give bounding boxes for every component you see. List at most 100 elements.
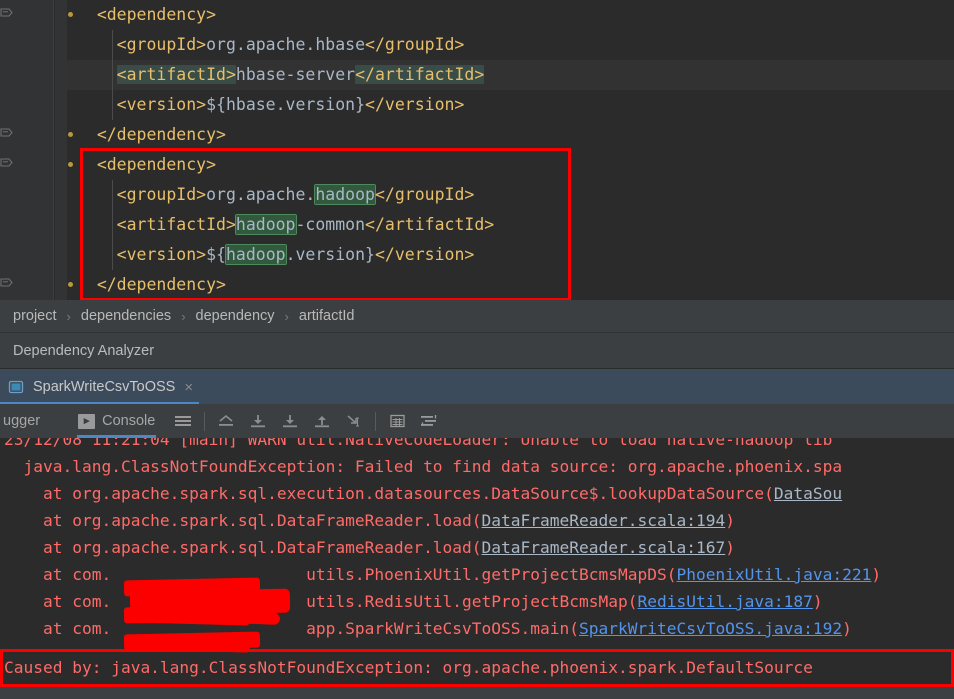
toolbar-divider-2 (375, 411, 377, 431)
code-token: </dependency> (96, 275, 226, 294)
bookmark-tag-icon[interactable] (0, 8, 13, 23)
code-token: ${ (206, 245, 226, 264)
console-line-tail: ) (725, 511, 735, 530)
run-arrow-icon: ▸ (78, 413, 96, 429)
run-to-cursor-icon[interactable] (343, 410, 365, 432)
step-out-icon[interactable] (215, 410, 237, 432)
breadcrumb-item-dependency[interactable]: dependency (194, 308, 277, 324)
code-token: ${hbase.version} (206, 95, 366, 114)
code-line[interactable]: <dependency> (67, 150, 954, 180)
console-line-tail: ) (871, 565, 882, 584)
console-toolbar[interactable]: ugger ▸ Console (0, 404, 954, 438)
bookmark-tag-icon[interactable] (0, 128, 13, 143)
code-editor[interactable]: <dependency> <groupId>org.apache.hbase</… (0, 0, 954, 300)
console-line-text: at org.apache.spark.sql.DataFrameReader.… (4, 511, 482, 530)
code-token: <version> (116, 245, 207, 264)
code-folding-strip[interactable] (55, 0, 67, 300)
dependency-analyzer-bar[interactable]: Dependency Analyzer (0, 332, 954, 368)
console-stacktrace-link[interactable]: DataFrameReader.scala:194 (482, 511, 726, 530)
code-line[interactable]: <version>${hadoop.version}</version> (67, 240, 954, 270)
tab-console[interactable]: ▸ Console (71, 404, 162, 438)
breadcrumb-item-artifactid[interactable]: artifactId (297, 308, 357, 324)
console-stacktrace-link[interactable]: DataFrameReader.scala:167 (482, 538, 726, 557)
code-line[interactable]: <artifactId>hbase-server</artifactId> (67, 60, 954, 90)
code-line[interactable]: <dependency> (67, 0, 954, 30)
tab-debugger[interactable]: ugger (0, 404, 47, 438)
code-token: <dependency> (96, 5, 217, 24)
code-line[interactable]: </dependency> (67, 120, 954, 150)
console-line: java.lang.ClassNotFoundException: Failed… (0, 453, 954, 480)
code-line-text: <artifactId>hbase-server</artifactId> (67, 65, 485, 84)
hamburger-lines-icon[interactable] (172, 410, 194, 432)
run-tool-window-tabbar[interactable]: SparkWriteCsvToOSS × (0, 368, 954, 405)
console-horizontal-scrollbar[interactable] (0, 687, 954, 699)
console-stacktrace-link[interactable]: RedisUtil.java:187 (637, 592, 812, 611)
soft-wrap-icon[interactable] (418, 410, 440, 432)
step-into-icon[interactable] (279, 410, 301, 432)
console-line-tail: ) (842, 619, 852, 638)
code-marker-dot[interactable] (68, 132, 73, 137)
bookmark-tag-icon[interactable] (0, 278, 13, 293)
code-token: </version> (374, 245, 475, 264)
tab-debugger-label: ugger (3, 413, 41, 429)
code-line[interactable]: <groupId>org.apache.hadoop</groupId> (67, 180, 954, 210)
code-token-highlighted: </artifactId> (355, 65, 485, 84)
console-line-text: at com. app.SparkWriteCsvToOSS.main( (4, 619, 579, 638)
tab-console-label: Console (102, 413, 156, 429)
breadcrumb-item-dependencies[interactable]: dependencies (79, 308, 173, 324)
code-line[interactable]: </dependency> (67, 270, 954, 300)
console-line: 23/12/08 11:21:04 [main] WARN util.Nativ… (0, 438, 954, 453)
code-line-text: </dependency> (67, 125, 226, 144)
dependency-analyzer-title: Dependency Analyzer (13, 342, 155, 359)
redaction-scribble (131, 638, 251, 653)
code-line[interactable]: <artifactId>hadoop-common</artifactId> (67, 210, 954, 240)
tab-spark-write-csv-to-oss[interactable]: SparkWriteCsvToOSS × (0, 369, 200, 405)
console-stacktrace-link[interactable]: PhoenixUtil.java:221 (676, 565, 871, 584)
console-line: at org.apache.spark.sql.DataFrameReader.… (0, 507, 954, 534)
code-token: </artifactId> (365, 215, 495, 234)
step-over-icon[interactable] (247, 410, 269, 432)
code-token: hbase-server (235, 65, 356, 84)
force-step-into-icon[interactable] (311, 410, 333, 432)
code-token-highlighted: hadoop (225, 245, 286, 264)
run-configuration-icon (8, 379, 24, 395)
code-token: <groupId> (116, 35, 207, 54)
console-line-tail: ) (812, 592, 823, 611)
bookmark-tag-icon[interactable] (0, 158, 13, 173)
code-token: <groupId> (116, 185, 207, 204)
code-line-text: <groupId>org.apache.hadoop</groupId> (67, 185, 474, 204)
code-line-text: <version>${hbase.version}</version> (67, 95, 465, 114)
close-icon[interactable]: × (184, 380, 193, 395)
code-token: org.apache.hbase (206, 35, 366, 54)
code-token: </dependency> (96, 125, 226, 144)
console-line-text: at com. utils.PhoenixUtil.getProjectBcms… (4, 565, 677, 584)
code-text-area[interactable]: <dependency> <groupId>org.apache.hbase</… (67, 0, 954, 300)
code-marker-dot[interactable] (68, 162, 73, 167)
code-token: </version> (365, 95, 465, 114)
code-token-highlighted: hadoop (315, 185, 375, 204)
code-line-text: <artifactId>hadoop-common</artifactId> (67, 215, 494, 234)
console-line-text: at com. utils.RedisUtil.getProjectBcmsMa… (4, 592, 638, 611)
code-token: </groupId> (365, 35, 465, 54)
console-stacktrace-link[interactable]: DataSou (774, 484, 842, 503)
console-line-tail: ) (725, 538, 735, 557)
code-token: <dependency> (96, 155, 217, 174)
breadcrumb[interactable]: project › dependencies › dependency › artifact… (0, 300, 954, 332)
console-line: at org.apache.spark.sql.execution.dataso… (0, 480, 954, 507)
code-line-text: <groupId>org.apache.hbase</groupId> (67, 35, 465, 54)
console-output[interactable]: 23/12/08 11:21:04 [main] WARN util.Nativ… (0, 438, 954, 699)
code-marker-dot[interactable] (68, 282, 73, 287)
evaluate-table-icon[interactable] (386, 410, 408, 432)
code-token-highlighted: <artifactId> (116, 65, 236, 84)
editor-gutter[interactable] (0, 0, 54, 300)
console-stacktrace-link[interactable]: SparkWriteCsvToOSS.java:192 (579, 619, 842, 638)
code-line[interactable]: <groupId>org.apache.hbase</groupId> (67, 30, 954, 60)
code-token: <version> (116, 95, 207, 114)
toolbar-divider (204, 411, 206, 431)
code-token: -common (295, 215, 366, 234)
breadcrumb-item-project[interactable]: project (11, 308, 59, 324)
breadcrumb-separator: › (66, 308, 71, 324)
code-marker-dot[interactable] (68, 12, 73, 17)
code-line[interactable]: <version>${hbase.version}</version> (67, 90, 954, 120)
breadcrumb-separator: › (181, 308, 186, 324)
